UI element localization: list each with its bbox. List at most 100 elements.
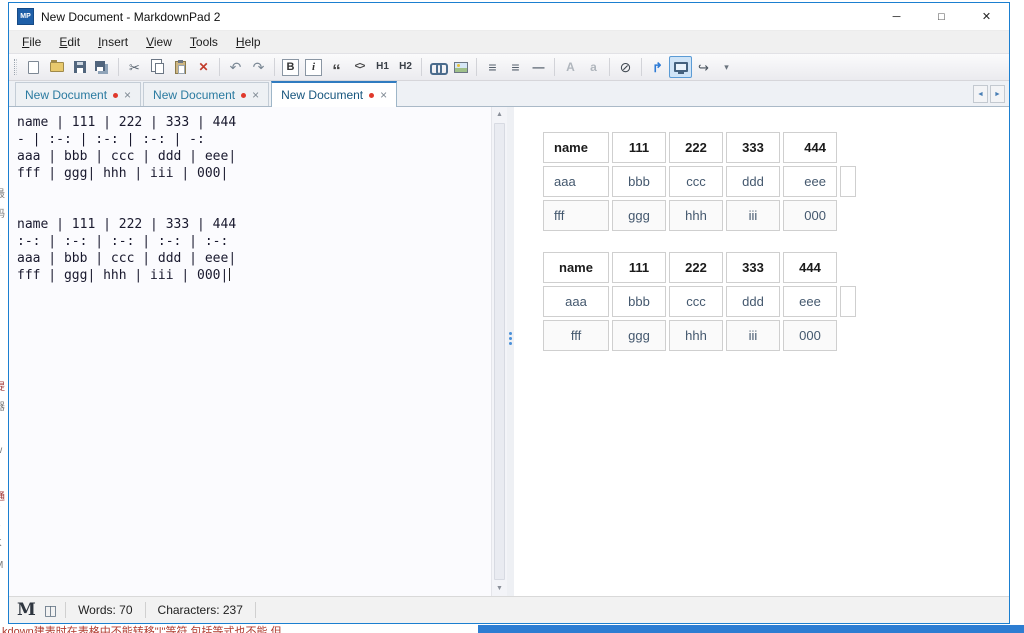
code-button[interactable]: <> xyxy=(348,56,371,78)
insert-image-button[interactable] xyxy=(449,56,472,78)
save-button[interactable] xyxy=(68,56,91,78)
horizontal-rule-icon: — xyxy=(532,60,545,74)
editor-line: :-: | :-: | :-: | :-: | :-: xyxy=(17,234,229,249)
menu-insert[interactable]: Insert xyxy=(89,31,137,53)
table-row: fff ggg hhh iii 000 xyxy=(543,200,856,231)
status-bar: M ◫ Words: 70 Characters: 237 xyxy=(9,596,1009,623)
menu-tools[interactable]: Tools xyxy=(181,31,227,53)
table-cell: hhh xyxy=(669,320,723,351)
save-all-icon xyxy=(94,60,105,71)
open-file-button[interactable] xyxy=(45,56,68,78)
bullet-list-button[interactable]: ≡ xyxy=(481,56,504,78)
italic-icon: i xyxy=(305,58,322,76)
editor-scrollbar[interactable]: ▲ ▼ xyxy=(491,107,507,596)
table-header-row: name 111 222 333 444 xyxy=(543,252,856,283)
table-cell: fff xyxy=(543,200,609,231)
scroll-sync-button[interactable]: ↱ xyxy=(646,56,669,78)
background-glyph: M xyxy=(0,560,3,571)
table-header-cell: name xyxy=(543,252,609,283)
table-cell-empty xyxy=(840,286,856,317)
markdown-editor[interactable]: name | 111 | 222 | 333 | 444 - | :-: | :… xyxy=(9,107,491,596)
table-header-cell: 333 xyxy=(726,252,780,283)
lowercase-button[interactable]: a xyxy=(582,56,605,78)
table-header-cell: 444 xyxy=(783,132,837,163)
toolbar-overflow-button[interactable]: ▾ xyxy=(715,56,738,78)
menu-view[interactable]: View xyxy=(137,31,181,53)
cut-button[interactable]: ✂ xyxy=(123,56,146,78)
delete-button[interactable]: ✕ xyxy=(192,56,215,78)
table-cell: 000 xyxy=(783,320,837,351)
editor-line: name | 111 | 222 | 333 | 444 xyxy=(17,115,237,130)
html-preview-pane: name 111 222 333 444 aaa bbb ccc ddd eee xyxy=(514,107,1009,596)
bold-button[interactable]: B xyxy=(279,56,302,78)
paste-button[interactable] xyxy=(169,56,192,78)
bullet-list-icon: ≡ xyxy=(488,59,497,75)
menu-help[interactable]: Help xyxy=(227,31,270,53)
tab-close-icon[interactable]: × xyxy=(124,89,131,101)
tab-scroll-right-button[interactable]: ► xyxy=(990,85,1005,103)
tab-document-2[interactable]: New Document × xyxy=(143,82,270,106)
background-glyph: 最 xyxy=(0,185,5,200)
scroll-up-icon[interactable]: ▲ xyxy=(492,107,507,122)
scroll-down-icon[interactable]: ▼ xyxy=(492,581,507,596)
tab-scroll-left-button[interactable]: ◄ xyxy=(973,85,988,103)
pane-splitter[interactable] xyxy=(507,107,514,596)
background-glyph: 提 xyxy=(0,378,5,393)
blockquote-button[interactable]: “ xyxy=(325,56,348,80)
redo-icon: ↷ xyxy=(252,59,265,75)
table-row: aaa bbb ccc ddd eee xyxy=(543,286,856,317)
undo-button[interactable]: ↶ xyxy=(224,56,247,78)
character-count: Characters: 237 xyxy=(157,603,243,617)
toolbar-separator xyxy=(219,58,220,76)
background-glyph: 1 xyxy=(0,248,1,259)
live-preview-button[interactable] xyxy=(669,56,692,78)
menu-edit[interactable]: Edit xyxy=(50,31,89,53)
table-cell: bbb xyxy=(612,286,666,317)
minimize-button[interactable]: ─ xyxy=(874,3,919,30)
table-row: fff ggg hhh iii 000 xyxy=(543,320,856,351)
table-cell: eee xyxy=(783,286,837,317)
heading2-button[interactable]: H2 xyxy=(394,56,417,78)
redo-button[interactable]: ↷ xyxy=(247,56,270,78)
book-icon[interactable]: ◫ xyxy=(44,602,57,619)
code-icon: <> xyxy=(354,61,366,72)
new-document-icon xyxy=(28,60,39,74)
markdownpad-window: MP New Document - MarkdownPad 2 ─ □ ✕ Fi… xyxy=(8,2,1010,624)
toolbar-separator xyxy=(641,58,642,76)
uppercase-button[interactable]: A xyxy=(559,56,582,78)
heading1-button[interactable]: H1 xyxy=(371,56,394,78)
save-all-button[interactable] xyxy=(91,56,114,78)
copy-button[interactable] xyxy=(146,56,169,78)
title-bar[interactable]: MP New Document - MarkdownPad 2 ─ □ ✕ xyxy=(9,3,1009,31)
horizontal-rule-button[interactable]: — xyxy=(527,56,550,78)
table-cell-empty xyxy=(840,166,856,197)
tab-close-icon[interactable]: × xyxy=(380,89,387,101)
export-button[interactable]: ↪ xyxy=(692,56,715,78)
timestamp-button[interactable]: ⊘ xyxy=(614,56,637,78)
table-header-row: name 111 222 333 444 xyxy=(543,132,856,163)
table-cell: hhh xyxy=(669,200,723,231)
live-preview-icon xyxy=(673,62,688,74)
italic-button[interactable]: i xyxy=(302,56,325,78)
blockquote-icon: “ xyxy=(332,60,341,80)
menu-file[interactable]: File xyxy=(13,31,50,53)
markdownpad-logo-icon[interactable]: M xyxy=(17,600,36,620)
tab-document-1[interactable]: New Document × xyxy=(15,82,142,106)
tab-label: New Document xyxy=(25,87,108,102)
tab-close-icon[interactable]: × xyxy=(252,89,259,101)
modified-dot-icon xyxy=(241,92,247,98)
modified-dot-icon xyxy=(369,93,375,98)
table-cell: aaa xyxy=(543,286,609,317)
editor-line: name | 111 | 222 | 333 | 444 xyxy=(17,217,237,232)
bold-icon: B xyxy=(282,58,299,76)
close-button[interactable]: ✕ xyxy=(964,3,1009,30)
numbered-list-button[interactable]: ≡ xyxy=(504,56,527,78)
lowercase-icon: a xyxy=(590,60,597,74)
uppercase-icon: A xyxy=(566,60,575,74)
toolbar-grip[interactable] xyxy=(14,59,17,75)
tab-document-3[interactable]: New Document × xyxy=(271,81,398,107)
maximize-button[interactable]: □ xyxy=(919,3,964,30)
scrollbar-thumb[interactable] xyxy=(494,123,505,580)
new-document-button[interactable] xyxy=(22,56,45,78)
hyperlink-button[interactable] xyxy=(426,56,449,78)
